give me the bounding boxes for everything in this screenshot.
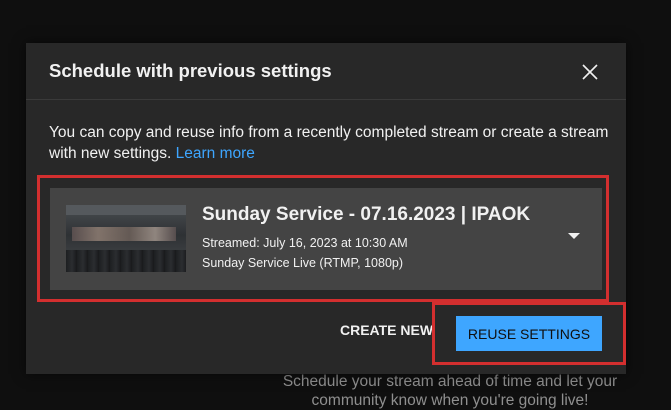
learn-more-link[interactable]: Learn more xyxy=(176,145,255,162)
description-text: You can copy and reuse info from a recen… xyxy=(49,124,609,162)
dialog-description: You can copy and reuse info from a recen… xyxy=(49,122,609,164)
close-button[interactable] xyxy=(577,59,603,85)
chevron-down-icon[interactable] xyxy=(568,233,580,239)
dialog-title: Schedule with previous settings xyxy=(49,60,332,81)
reuse-settings-button[interactable]: REUSE SETTINGS xyxy=(456,316,602,351)
background-hint-text: Schedule your stream ahead of time and l… xyxy=(282,373,618,409)
stream-title: Sunday Service - 07.16.2023 | IPAOK xyxy=(202,204,531,225)
stream-date: Streamed: July 16, 2023 at 10:30 AM xyxy=(202,236,408,250)
dialog-header: Schedule with previous settings xyxy=(26,43,626,100)
close-icon xyxy=(582,64,598,80)
previous-stream-selector[interactable]: Sunday Service - 07.16.2023 | IPAOK Stre… xyxy=(50,188,602,290)
schedule-dialog: Schedule with previous settings You can … xyxy=(26,43,626,374)
stream-details: Sunday Service Live (RTMP, 1080p) xyxy=(202,256,404,270)
stream-thumbnail xyxy=(66,205,186,272)
create-new-button[interactable]: CREATE NEW xyxy=(340,322,433,338)
